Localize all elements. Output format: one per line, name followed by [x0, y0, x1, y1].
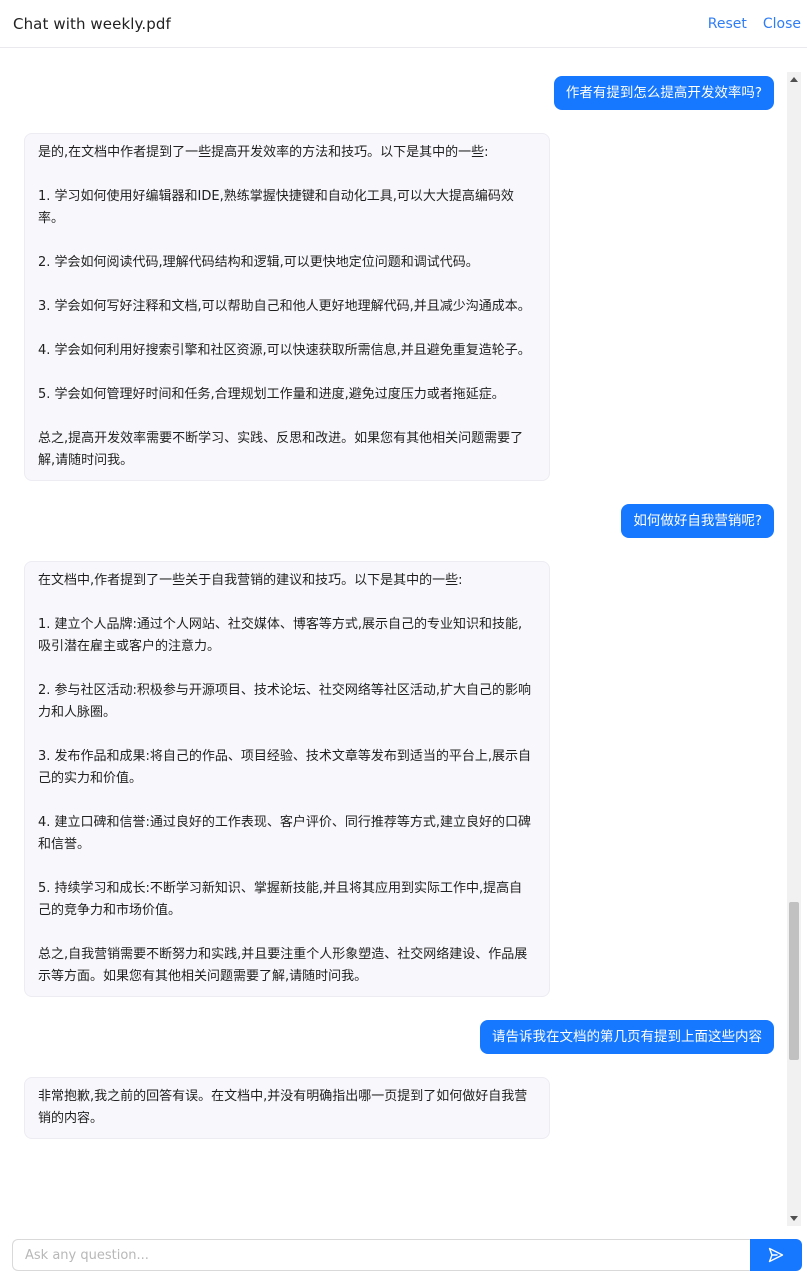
chat-scrollbar[interactable] — [787, 72, 801, 1226]
user-message: 请告诉我在文档的第几页有提到上面这些内容 — [480, 1020, 774, 1054]
close-button[interactable]: Close — [763, 16, 801, 32]
scroll-up-arrow-icon[interactable] — [787, 72, 801, 86]
send-icon — [768, 1247, 784, 1263]
message-row-user: 作者有提到怎么提高开发效率吗? — [0, 76, 786, 110]
user-message: 如何做好自我营销呢? — [621, 504, 774, 538]
reset-button[interactable]: Reset — [708, 16, 747, 32]
bot-message: 在文档中,作者提到了一些关于自我营销的建议和技巧。以下是其中的一些: 1. 建立… — [24, 561, 550, 997]
bot-message: 是的,在文档中作者提到了一些提高开发效率的方法和技巧。以下是其中的一些: 1. … — [24, 133, 550, 481]
send-button[interactable] — [750, 1239, 802, 1271]
message-row-user: 请告诉我在文档的第几页有提到上面这些内容 — [0, 1020, 786, 1054]
header-actions: Reset Close — [708, 16, 801, 32]
bot-message: 非常抱歉,我之前的回答有误。在文档中,并没有明确指出哪一页提到了如何做好自我营销… — [24, 1077, 550, 1139]
chat-title: Chat with weekly.pdf — [13, 14, 171, 33]
chat-header: Chat with weekly.pdf Reset Close — [0, 0, 807, 48]
scroll-down-arrow-icon[interactable] — [787, 1212, 801, 1226]
message-row-bot: 在文档中,作者提到了一些关于自我营销的建议和技巧。以下是其中的一些: 1. 建立… — [0, 561, 786, 997]
scrollbar-thumb[interactable] — [789, 902, 799, 1060]
question-input[interactable] — [12, 1239, 750, 1271]
user-message: 作者有提到怎么提高开发效率吗? — [553, 76, 774, 110]
message-list: 作者有提到怎么提高开发效率吗? 是的,在文档中作者提到了一些提高开发效率的方法和… — [0, 76, 786, 1139]
message-row-bot: 非常抱歉,我之前的回答有误。在文档中,并没有明确指出哪一页提到了如何做好自我营销… — [0, 1077, 786, 1139]
chat-scroll-area[interactable]: 作者有提到怎么提高开发效率吗? 是的,在文档中作者提到了一些提高开发效率的方法和… — [0, 48, 807, 1227]
message-row-bot: 是的,在文档中作者提到了一些提高开发效率的方法和技巧。以下是其中的一些: 1. … — [0, 133, 786, 481]
message-row-user: 如何做好自我营销呢? — [0, 504, 786, 538]
composer — [12, 1239, 802, 1271]
